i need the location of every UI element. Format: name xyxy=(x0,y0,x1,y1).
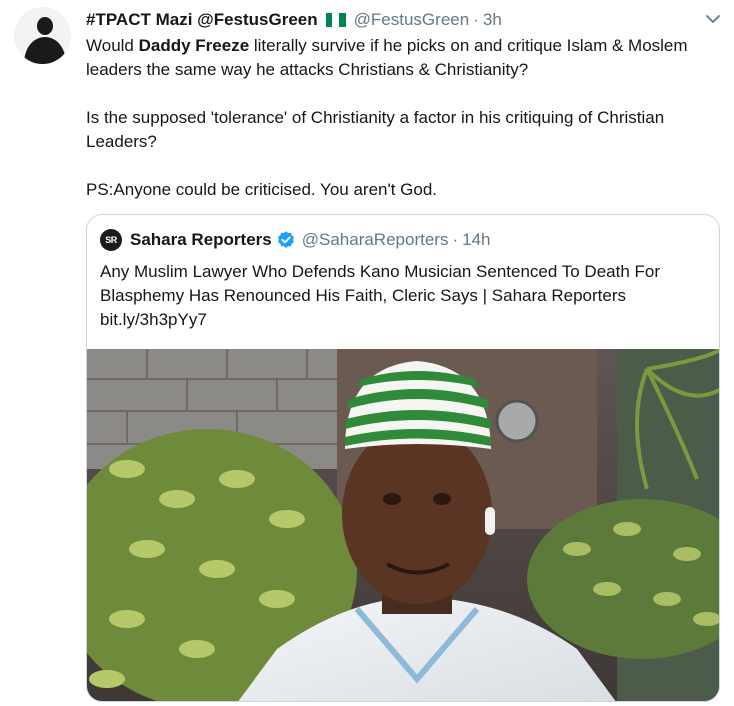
avatar[interactable] xyxy=(14,7,71,64)
separator-dot: · xyxy=(473,10,479,29)
chevron-down-icon[interactable] xyxy=(704,10,722,28)
quoted-handle[interactable]: @SaharaReporters xyxy=(302,230,449,250)
tweet-header: #TPACT Mazi @FestusGreen @FestusGreen · … xyxy=(86,8,722,32)
tweet-paragraph-1: Would Daddy Freeze literally survive if … xyxy=(86,34,716,82)
display-name[interactable]: #TPACT Mazi @FestusGreen xyxy=(86,10,318,30)
quoted-tweet[interactable]: SR Sahara Reporters @SaharaReporters · 1… xyxy=(86,214,720,702)
quoted-header: SR Sahara Reporters @SaharaReporters · 1… xyxy=(100,229,491,251)
nigeria-flag-icon xyxy=(325,13,346,27)
verified-badge-icon xyxy=(277,231,294,248)
tweet-paragraph-2: Is the supposed 'tolerance' of Christian… xyxy=(86,108,665,151)
bold-mention: Daddy Freeze xyxy=(138,36,250,55)
quoted-text: Any Muslim Lawyer Who Defends Kano Music… xyxy=(100,262,661,329)
tweet-paragraph-3: PS:Anyone could be criticised. You aren'… xyxy=(86,180,438,199)
quoted-timestamp[interactable]: 14h xyxy=(462,230,490,250)
separator-dot: · xyxy=(452,230,459,249)
quoted-display-name[interactable]: Sahara Reporters xyxy=(130,230,272,250)
tweet-text: Would Daddy Freeze literally survive if … xyxy=(86,34,716,202)
timestamp[interactable]: 3h xyxy=(483,10,502,30)
quoted-avatar[interactable]: SR xyxy=(100,229,122,251)
quoted-photo[interactable] xyxy=(87,349,720,702)
user-handle[interactable]: @FestusGreen xyxy=(354,10,470,30)
text-segment: Would xyxy=(86,36,139,55)
